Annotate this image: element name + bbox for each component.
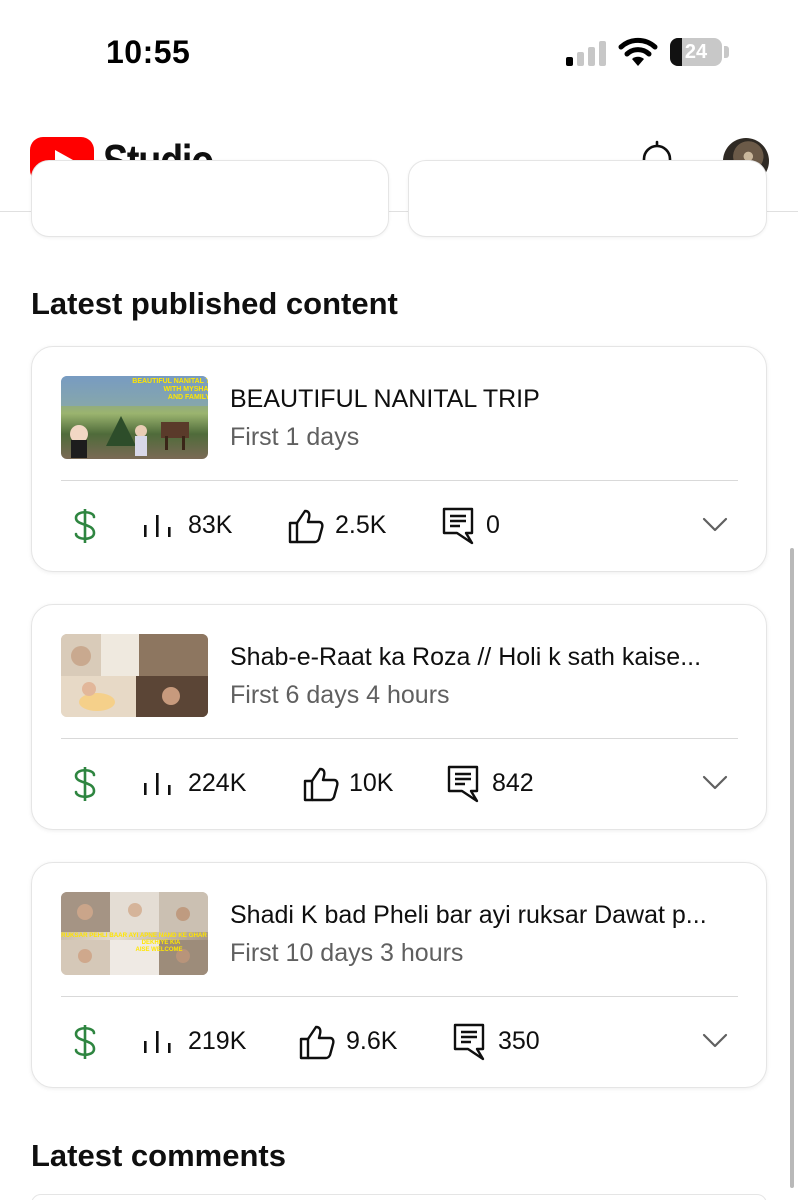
battery-percent: 24: [684, 41, 708, 63]
comment-icon: [453, 1023, 485, 1061]
latest-comments-heading: Latest comments: [31, 1138, 286, 1173]
thumbnail-caption-2: DEKHIYE KIA: [142, 940, 181, 946]
views-count: 224K: [188, 769, 247, 797]
video-thumbnail[interactable]: [61, 634, 208, 717]
video-title[interactable]: Shab-e-Raat ka Roza // Holi k sath kaise…: [230, 643, 745, 672]
comments-count: 0: [486, 511, 500, 539]
thumbnail-caption-1: BEAUTIFUL NANITAL TRIP: [132, 378, 208, 385]
likes-count: 10K: [349, 769, 394, 797]
thumbnail-scene: BEAUTIFUL NANITAL TRIP WITH MYSHA AND FA…: [61, 376, 208, 458]
thumbnail-caption-1: RUKSAR PEHLI BAAR AYI APNE NAND KE GHAR: [61, 932, 207, 939]
status-bar: 10:55 24: [0, 0, 798, 100]
video-stats-row: 219K 9.6K 350: [32, 997, 768, 1089]
thumbnail-caption-2: WITH MYSHA: [163, 386, 208, 393]
thumbs-up-icon: [303, 767, 339, 802]
thumbnail-caption-3: AND FAMILY: [168, 394, 208, 401]
thumbnail-scene: [61, 634, 208, 717]
thumbnail-scene: RUKSAR PEHLI BAAR AYI APNE NAND KE GHAR …: [61, 892, 208, 975]
wifi-icon: [618, 37, 658, 66]
latest-content-heading: Latest published content: [31, 286, 398, 321]
likes-count: 9.6K: [346, 1027, 398, 1055]
analytics-bars-icon: [144, 773, 171, 795]
status-time: 10:55: [106, 34, 191, 70]
comments-count: 350: [498, 1027, 540, 1055]
video-age: First 6 days 4 hours: [230, 681, 450, 709]
video-stats-row: 83K 2.5K 0: [32, 481, 768, 573]
video-thumbnail[interactable]: BEAUTIFUL NANITAL TRIP WITH MYSHA AND FA…: [61, 376, 208, 459]
summary-card-partial-left: [31, 160, 389, 237]
video-age: First 10 days 3 hours: [230, 939, 464, 967]
thumbs-up-icon: [299, 1025, 335, 1060]
chevron-down-icon[interactable]: [702, 517, 728, 533]
analytics-bars-icon: [144, 1031, 171, 1053]
views-count: 219K: [188, 1027, 247, 1055]
video-title[interactable]: BEAUTIFUL NANITAL TRIP: [230, 385, 745, 414]
comments-count: 842: [492, 769, 534, 797]
dollar-icon[interactable]: [72, 1023, 98, 1061]
comments-card-partial: [31, 1194, 767, 1200]
comment-icon: [442, 507, 474, 545]
dollar-icon[interactable]: [72, 765, 98, 803]
content-card[interactable]: RUKSAR PEHLI BAAR AYI APNE NAND KE GHAR …: [31, 862, 767, 1088]
chevron-down-icon[interactable]: [702, 1033, 728, 1049]
content-card[interactable]: Shab-e-Raat ka Roza // Holi k sath kaise…: [31, 604, 767, 830]
thumbs-up-icon: [288, 509, 324, 544]
content-card[interactable]: BEAUTIFUL NANITAL TRIP WITH MYSHA AND FA…: [31, 346, 767, 572]
likes-count: 2.5K: [335, 511, 387, 539]
video-thumbnail[interactable]: RUKSAR PEHLI BAAR AYI APNE NAND KE GHAR …: [61, 892, 208, 975]
views-count: 83K: [188, 511, 233, 539]
scrollbar[interactable]: [790, 548, 794, 1188]
video-age: First 1 days: [230, 423, 360, 451]
analytics-bars-icon: [144, 515, 171, 537]
video-title[interactable]: Shadi K bad Pheli bar ayi ruksar Dawat p…: [230, 901, 745, 930]
dollar-icon[interactable]: [72, 507, 98, 545]
thumbnail-caption-3: AISE WELCOME: [135, 947, 182, 953]
chevron-down-icon[interactable]: [702, 775, 728, 791]
video-stats-row: 224K 10K 842: [32, 739, 768, 831]
cellular-signal-icon: [566, 40, 608, 66]
summary-card-partial-right: [408, 160, 767, 237]
comment-icon: [447, 765, 479, 803]
battery-tip: [724, 46, 729, 58]
battery-icon: 24: [670, 38, 722, 66]
